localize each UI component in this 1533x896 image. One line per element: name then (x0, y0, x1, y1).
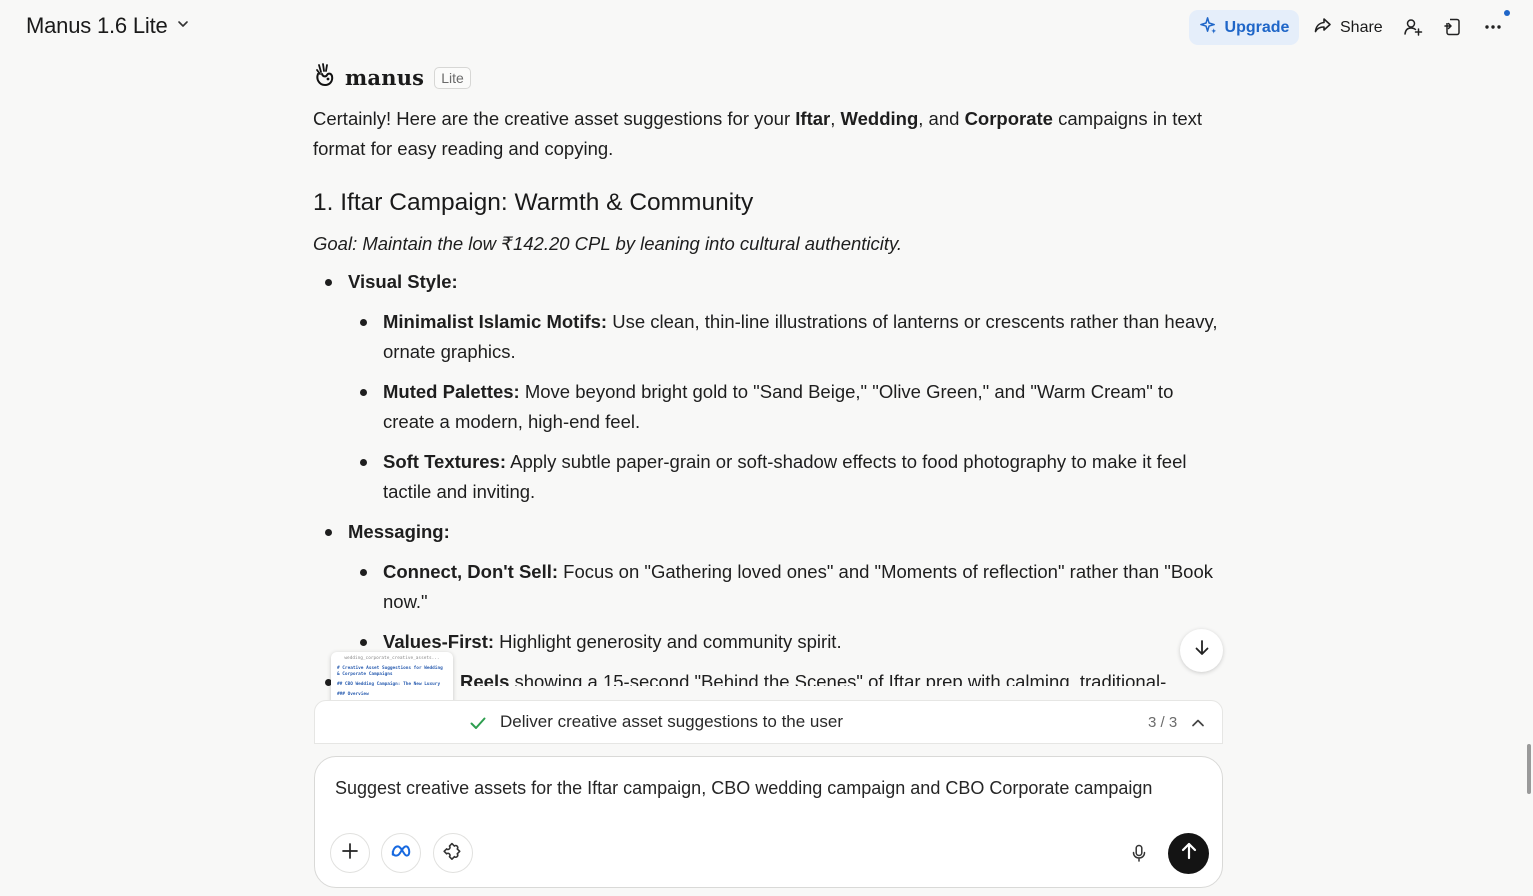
model-title: Manus 1.6 Lite (26, 13, 168, 38)
brand-name: manus (345, 65, 425, 90)
bullet (325, 279, 332, 286)
upgrade-button[interactable]: Upgrade (1189, 10, 1299, 45)
add-attachment-button[interactable] (330, 833, 370, 873)
arrow-down-icon (1192, 638, 1212, 663)
bullet (325, 529, 332, 536)
chevron-up-icon[interactable] (1189, 714, 1207, 732)
scrollbar-thumb[interactable] (1527, 744, 1531, 794)
manus-logo-icon (313, 61, 337, 94)
bullet (360, 459, 367, 466)
sparkle-icon (1199, 16, 1218, 40)
microphone-icon[interactable] (1127, 841, 1151, 865)
list-item: Soft Textures: Apply subtle paper-grain … (383, 451, 1187, 502)
intro-iftar: Iftar (795, 108, 831, 129)
notification-dot (1504, 10, 1510, 16)
add-user-icon[interactable] (1401, 15, 1425, 39)
intro-text: Certainly! Here are the creative asset s… (313, 108, 796, 129)
bullet (360, 639, 367, 646)
prompt-input[interactable]: Suggest creative assets for the Iftar ca… (335, 775, 1195, 801)
intro-wedding: Wedding (840, 108, 919, 129)
plus-icon (339, 840, 361, 867)
upgrade-label: Upgrade (1224, 18, 1290, 36)
more-horizontal-icon[interactable] (1481, 15, 1505, 39)
visual-style-label: Visual Style: (348, 271, 458, 292)
task-progress-bar[interactable]: Deliver creative asset suggestions to th… (314, 700, 1223, 744)
preview-filename: wedding_corporate_creative_assets... (344, 656, 440, 661)
scroll-to-bottom-button[interactable] (1180, 629, 1223, 672)
share-button[interactable]: Share (1313, 10, 1383, 45)
list-item: Muted Palettes: Move beyond bright gold … (383, 381, 1174, 432)
share-label: Share (1340, 18, 1383, 36)
section-heading: 1. Iftar Campaign: Warmth & Community (313, 189, 754, 216)
meta-icon (390, 840, 412, 867)
task-label: Deliver creative asset suggestions to th… (500, 712, 844, 731)
intro-sep: , and (918, 108, 965, 129)
messaging-label: Messaging: (348, 521, 450, 542)
chevron-down-icon (176, 17, 190, 36)
bullet (360, 389, 367, 396)
check-icon (468, 713, 488, 733)
tools-button[interactable] (433, 833, 473, 873)
intro-corporate: Corporate (964, 108, 1053, 129)
list-item-partial: Reels showing a 15-second "Behind the Sc… (460, 671, 1167, 686)
assistant-message: Certainly! Here are the creative asset s… (313, 104, 1228, 686)
preview-line: # Creative Asset Suggestions for Wedding… (337, 666, 443, 677)
bullet (360, 319, 367, 326)
list-item: Connect, Don't Sell: Focus on "Gathering… (383, 561, 1214, 612)
list-item: Minimalist Islamic Motifs: Use clean, th… (383, 311, 1218, 362)
task-count: 3 / 3 (1148, 714, 1178, 731)
send-button[interactable] (1168, 833, 1209, 874)
lite-badge: Lite (434, 66, 471, 89)
intro-sep: , (830, 108, 841, 129)
top-bar: Manus 1.6 Lite Upgrade Share (0, 0, 1533, 56)
export-icon[interactable] (1441, 15, 1465, 39)
preview-line: ## CBO Wedding Campaign: The New Luxury (337, 682, 441, 687)
connector-button[interactable] (381, 833, 421, 873)
puzzle-icon (442, 840, 464, 867)
share-arrow-icon (1313, 15, 1333, 40)
list-item: Values-First: Highlight generosity and c… (383, 631, 842, 652)
intro-paragraph: Certainly! Here are the creative asset s… (313, 104, 1228, 164)
assistant-brand: manus Lite (313, 61, 471, 94)
model-selector[interactable]: Manus 1.6 Lite (26, 13, 190, 39)
arrow-up-icon (1178, 840, 1200, 867)
bullet (360, 569, 367, 576)
message-composer: Suggest creative assets for the Iftar ca… (314, 756, 1223, 888)
goal-line: Goal: Maintain the low ₹142.20 CPL by le… (313, 233, 903, 254)
